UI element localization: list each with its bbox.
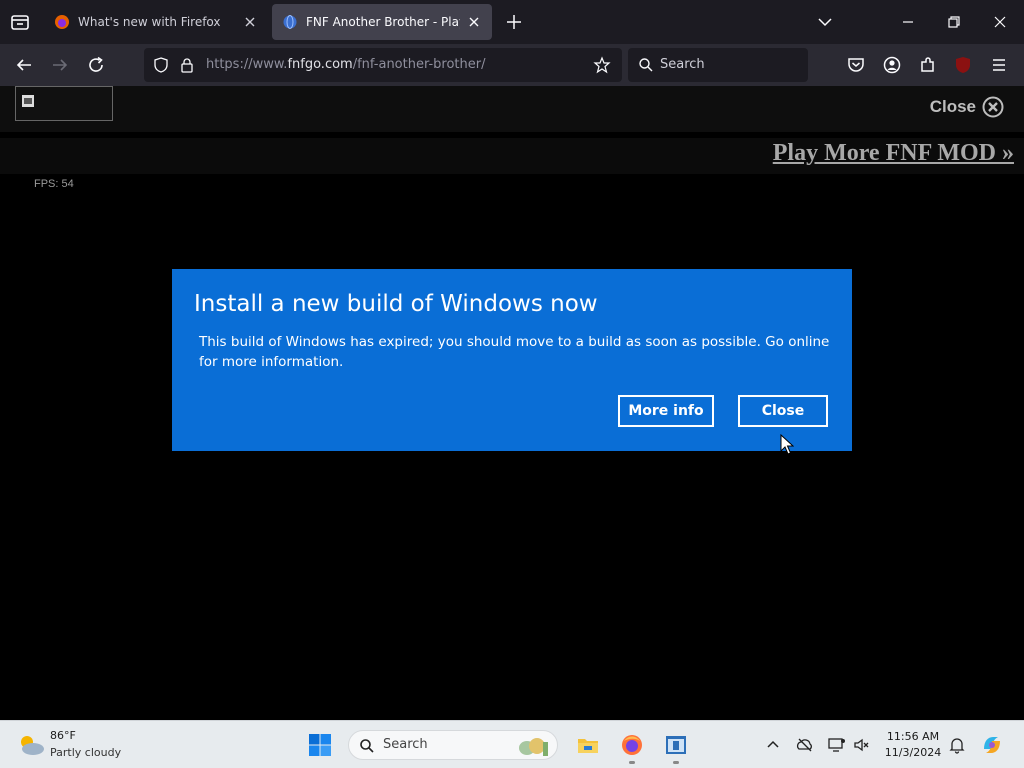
search-highlight-icon [519,738,548,756]
address-bar[interactable]: https://www.fnfgo.com/fnf-another-brothe… [144,48,622,82]
close-icon[interactable] [466,14,482,30]
weather-description[interactable]: Partly cloudy [50,746,121,759]
taskbar-search-label: Search [383,737,428,752]
weather-temperature[interactable]: 86°F [50,729,76,742]
account-icon[interactable] [881,54,903,76]
search-placeholder: Search [660,57,705,72]
site-logo[interactable] [15,86,113,121]
tab-whats-new[interactable]: What's new with Firefox [44,4,268,40]
broken-image-icon [22,95,34,107]
more-info-button[interactable]: More info [618,395,714,427]
partly-cloudy-icon[interactable] [16,732,46,758]
firefox-running-indicator [629,761,635,764]
windows-start-icon[interactable] [308,733,332,757]
page-close-label: Close [929,97,976,116]
ublock-shield-icon[interactable] [952,54,974,76]
network-icon[interactable] [828,736,846,754]
copilot-icon[interactable] [980,733,1004,757]
chevron-down-icon[interactable] [816,14,834,30]
firefox-icon [55,15,69,29]
pocket-icon[interactable] [845,54,867,76]
globe-icon [283,15,297,29]
star-icon[interactable] [593,56,611,74]
tab-fnf-another-brother[interactable]: FNF Another Brother - Play Onl [272,4,492,40]
promo-bar: Play More FNF MOD » [0,138,1024,174]
restore-icon[interactable] [942,10,966,34]
mouse-cursor-icon [780,434,794,455]
notification-bell-icon[interactable] [948,736,966,754]
menu-icon[interactable] [988,54,1010,76]
search-icon [639,58,653,72]
clock-time: 11:56 AM [886,730,940,743]
dialog-title: Install a new build of Windows now [194,291,598,317]
search-input[interactable]: Search [628,48,808,82]
tab-strip: What's new with Firefox FNF Another Brot… [0,0,1024,44]
file-explorer-icon[interactable] [576,733,600,757]
system-clock[interactable]: 11:56 AM 11/3/2024 [880,729,946,761]
close-circle-icon [982,96,1004,118]
volume-muted-icon[interactable] [853,736,871,754]
fps-counter: FPS: 54 [34,178,74,190]
page-close-button[interactable]: Close [930,96,1004,118]
forward-arrow-icon [53,59,68,71]
back-arrow-icon[interactable] [13,54,35,76]
chevron-up-icon[interactable] [764,736,782,754]
extensions-icon[interactable] [917,54,939,76]
app-window-icon[interactable] [664,733,688,757]
reload-icon[interactable] [85,54,107,76]
navigation-toolbar: https://www.fnfgo.com/fnf-another-brothe… [0,44,1024,106]
app-running-indicator [673,761,679,764]
list-all-tabs-icon[interactable] [8,10,32,34]
clock-date: 11/3/2024 [884,746,942,759]
lock-icon[interactable] [178,56,196,74]
search-icon [360,739,374,753]
tab-title: What's new with Firefox [78,15,221,29]
page-header: Close [0,86,1024,132]
screen: What's new with Firefox FNF Another Brot… [0,0,1024,768]
play-more-fnf-link[interactable]: Play More FNF MOD » [773,140,1014,167]
shield-icon[interactable] [152,56,170,74]
close-icon[interactable] [242,14,258,30]
windows-build-expired-dialog: Install a new build of Windows now This … [172,269,852,451]
tab-title: FNF Another Brother - Play Onl [306,15,460,29]
minimize-icon[interactable] [896,10,920,34]
close-window-icon[interactable] [988,10,1012,34]
new-tab-icon[interactable] [504,12,524,32]
onedrive-offline-icon[interactable] [796,736,814,754]
dialog-message: This build of Windows has expired; you s… [199,334,830,370]
taskbar: 86°F Partly cloudy Search 11:56 AM 11/3/… [0,720,1024,768]
dialog-close-button[interactable]: Close [738,395,828,427]
taskbar-search-box[interactable]: Search [348,730,558,760]
url-text: https://www.fnfgo.com/fnf-another-brothe… [206,57,486,72]
firefox-icon[interactable] [620,733,644,757]
